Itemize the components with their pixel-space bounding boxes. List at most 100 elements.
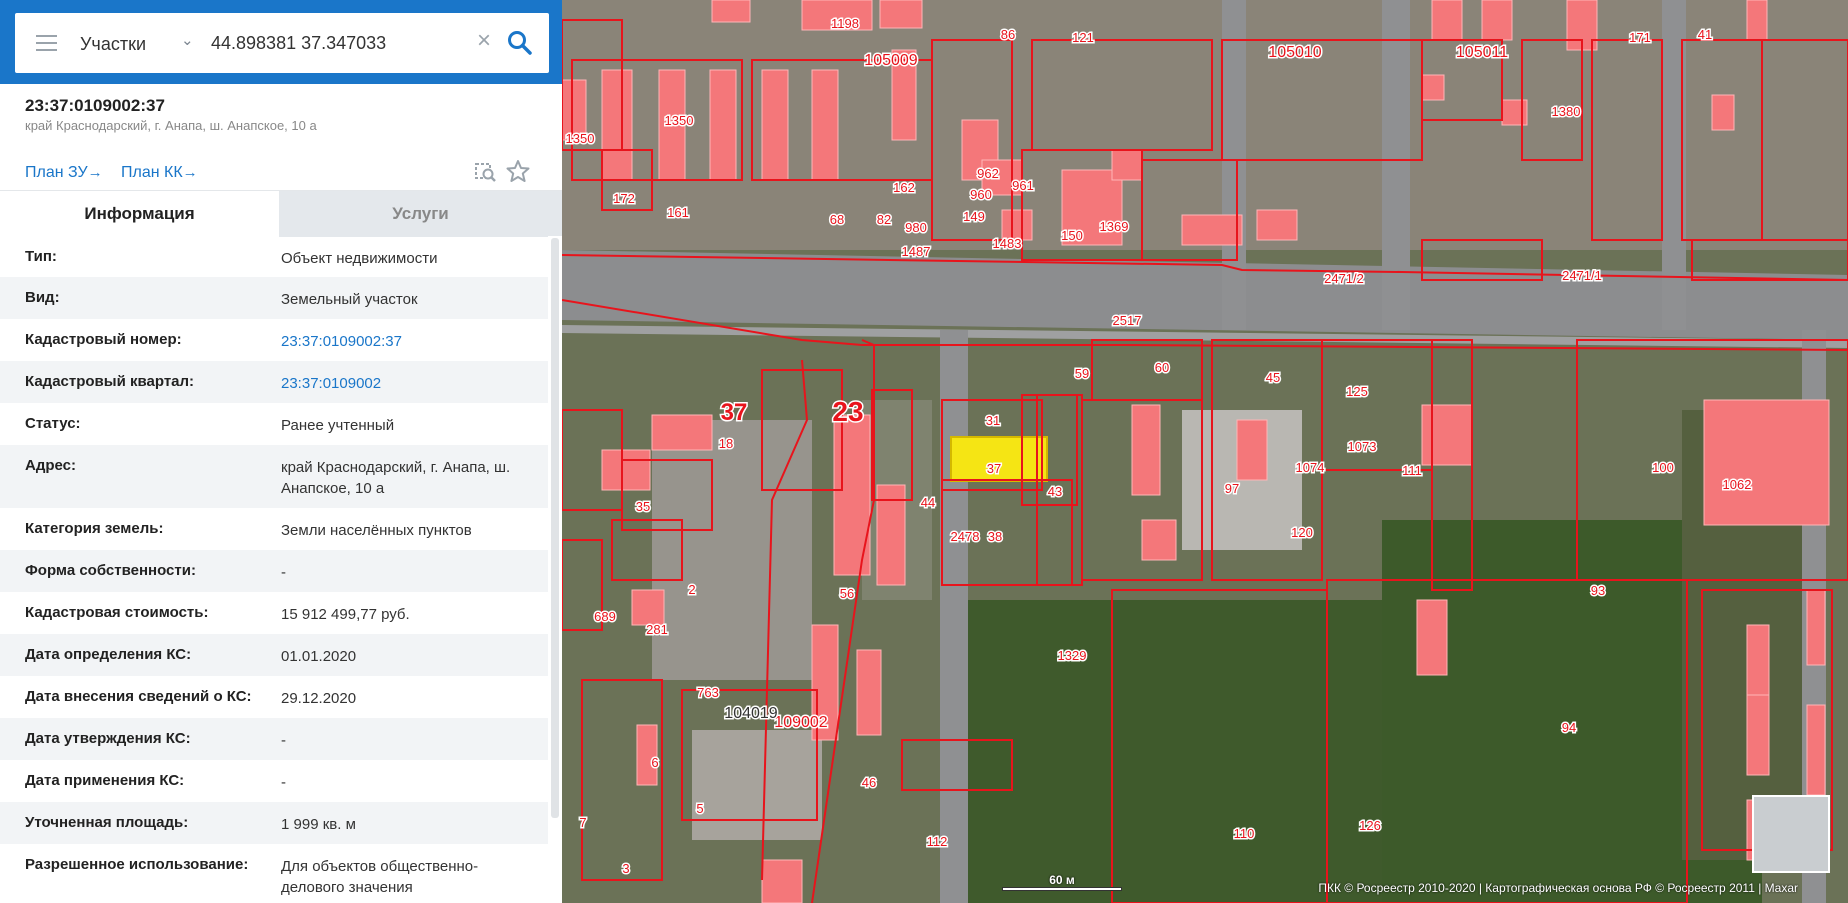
map-label: 45 — [1266, 370, 1280, 385]
search-icon[interactable] — [506, 29, 534, 57]
map-label: 126 — [1359, 818, 1381, 833]
map-label: 1380 — [1552, 104, 1581, 119]
info-row: Уточненная площадь: 1 999 кв. м — [0, 802, 548, 844]
plan-kk-link[interactable]: План КК→ — [121, 164, 198, 182]
map-label: 121 — [1072, 30, 1094, 45]
map-canvas[interactable]: 105009 105010 105011 109002 104019 2517 … — [562, 0, 1848, 903]
info-row: Разрешенное использование: Для объектов … — [0, 844, 548, 903]
map-label: 281 — [646, 622, 668, 637]
parcel-address: край Краснодарский, г. Анапа, ш. Анапско… — [25, 118, 317, 133]
map-scale: 60 м — [1002, 873, 1122, 891]
map-label: 68 — [830, 212, 844, 227]
map-label: 59 — [1075, 366, 1089, 381]
map-view[interactable]: 105009 105010 105011 109002 104019 2517 … — [562, 0, 1848, 903]
info-value: - — [281, 564, 286, 581]
tab-services[interactable]: Услуги — [279, 191, 562, 237]
close-icon[interactable]: × — [477, 27, 491, 55]
map-label: 763 — [697, 685, 719, 700]
info-row: Кадастровый номер: 23:37:0109002:37 — [0, 319, 548, 361]
map-label: 35 — [636, 499, 650, 514]
map-label: 125 — [1346, 384, 1368, 399]
map-label: 109002 — [774, 714, 827, 731]
star-icon[interactable] — [505, 158, 531, 184]
map-label: 1073 — [1348, 439, 1377, 454]
info-key: Категория земель: — [25, 520, 164, 537]
info-key: Разрешенное использование: — [25, 856, 249, 873]
info-value: 29.12.2020 — [281, 690, 357, 707]
map-label: 150 — [1061, 228, 1083, 243]
plan-zu-label: План ЗУ — [25, 164, 88, 181]
map-label: 962 — [977, 166, 999, 181]
map-label: 161 — [667, 205, 689, 220]
cadastral-quarter-link[interactable]: 23:37:0109002 — [281, 373, 541, 394]
map-label: 961 — [1012, 178, 1034, 193]
plan-kk-label: План КК — [121, 164, 183, 181]
menu-icon[interactable] — [36, 35, 57, 51]
info-key: Уточненная площадь: — [25, 814, 189, 831]
map-label: 18 — [719, 436, 733, 451]
info-row: Тип: Объект недвижимости — [0, 236, 548, 277]
info-row: Вид: Земельный участок — [0, 277, 548, 319]
map-label: 110 — [1234, 826, 1255, 841]
map-label: 100 — [1652, 460, 1674, 475]
info-value: Земли населённых пунктов — [281, 522, 472, 539]
map-label: 689 — [594, 609, 616, 624]
cadastral-number-link[interactable]: 23:37:0109002:37 — [281, 331, 541, 352]
map-label: 1369 — [1100, 219, 1129, 234]
map-label: 1487 — [902, 244, 931, 259]
info-row: Категория земель: Земли населённых пункт… — [0, 508, 548, 550]
map-label: 171 — [1629, 30, 1651, 45]
map-label: 172 — [613, 191, 635, 206]
arrow-right-icon: → — [87, 164, 103, 181]
map-label: 37 — [987, 461, 1001, 476]
info-table: Тип: Объект недвижимости Вид: Земельный … — [0, 236, 548, 903]
info-row: Дата определения КС: 01.01.2020 — [0, 634, 548, 676]
map-label: 1329 — [1058, 648, 1087, 663]
map-label: 105009 — [864, 52, 917, 69]
map-label: 162 — [893, 180, 915, 195]
map-label: 82 — [877, 212, 891, 227]
map-label: 56 — [840, 586, 854, 601]
info-key: Адрес: — [25, 457, 76, 474]
info-row: Кадастровая стоимость: 15 912 499,77 руб… — [0, 592, 548, 634]
map-label: 1062 — [1723, 477, 1752, 492]
map-label: 31 — [986, 413, 1000, 428]
info-row: Дата применения КС: - — [0, 760, 548, 802]
map-label: 1350 — [665, 113, 694, 128]
zoom-to-parcel-icon[interactable] — [472, 158, 498, 184]
search-input[interactable] — [211, 29, 481, 57]
map-label: 94 — [1562, 720, 1576, 735]
map-label: 120 — [1291, 525, 1313, 540]
page-title: 23:37:0109002:37 — [25, 96, 165, 115]
map-label: 93 — [1591, 583, 1605, 598]
chevron-down-icon[interactable]: ⌄ — [181, 31, 194, 49]
info-key: Форма собственности: — [25, 562, 196, 579]
scale-label: 60 м — [1049, 873, 1075, 887]
info-panel: Участки ⌄ × 23:37:0109002:37 край Красно… — [0, 0, 562, 903]
info-value: 15 912 499,77 руб. — [281, 606, 410, 623]
map-attribution: ПКК © Росреестр 2010-2020 | Картографиче… — [1318, 881, 1798, 895]
search-scope-select[interactable]: Участки — [80, 34, 146, 55]
map-label: 97 — [1225, 481, 1239, 496]
info-value: Для объектов общественно-делового значен… — [281, 858, 479, 896]
tab-bar: Информация Услуги — [0, 190, 562, 237]
info-key: Вид: — [25, 289, 60, 306]
info-value: - — [281, 774, 286, 791]
scrollbar-thumb[interactable] — [551, 238, 559, 818]
plan-zu-link[interactable]: План ЗУ→ — [25, 164, 103, 182]
info-value: край Краснодарский, г. Анапа, ш. Анапско… — [281, 459, 511, 497]
info-key: Тип: — [25, 248, 57, 265]
info-row: Форма собственности: - — [0, 550, 548, 592]
info-row: Дата внесения сведений о КС: 29.12.2020 — [0, 676, 548, 718]
info-value: - — [281, 732, 286, 749]
parcel-header: 23:37:0109002:37 край Краснодарский, г. … — [0, 84, 562, 190]
map-label: 43 — [1048, 484, 1062, 499]
info-key: Кадастровый номер: — [25, 331, 182, 348]
tab-info[interactable]: Информация — [0, 191, 279, 237]
info-key: Кадастровая стоимость: — [25, 604, 209, 621]
map-label: 6 — [651, 755, 658, 770]
map-label: 1198 — [831, 16, 859, 31]
search-bar: Участки ⌄ × — [0, 0, 562, 84]
basemap-switcher[interactable] — [1752, 795, 1830, 873]
map-label: 37 — [721, 399, 748, 426]
